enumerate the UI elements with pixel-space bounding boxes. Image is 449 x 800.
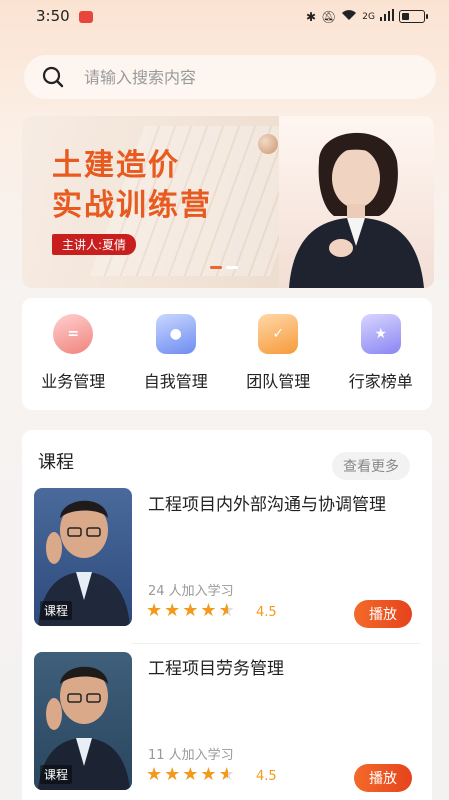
divider (132, 643, 420, 644)
quick-item-self[interactable]: ● 自我管理 (125, 298, 228, 410)
play-button[interactable]: 播放 (354, 600, 412, 628)
quick-item-business[interactable]: = 业务管理 (22, 298, 125, 410)
play-button[interactable]: 播放 (354, 764, 412, 792)
promo-banner[interactable]: 土建造价 实战训练营 主讲人:夏倩 (22, 116, 434, 288)
star-icon: ★ (182, 764, 199, 785)
star-icon: ★ (200, 600, 217, 621)
rating-stars: ★ ★ ★ ★ ★ (146, 764, 235, 785)
quick-item-team[interactable]: ✓ 团队管理 (227, 298, 330, 410)
status-bar: 3:50 ✱ 🔕︎ 2G (0, 0, 449, 36)
quick-item-label: 自我管理 (143, 372, 208, 391)
search-input[interactable] (84, 67, 384, 87)
banner-title-line2: 实战训练营 (52, 188, 212, 223)
quick-item-label: 行家榜单 (348, 372, 413, 391)
course-thumbnail: 课程 (34, 488, 132, 626)
course-title: 工程项目内外部沟通与协调管理 (148, 495, 386, 515)
quick-item-label: 业务管理 (41, 372, 106, 391)
battery-level (402, 13, 410, 20)
wifi-icon (341, 9, 357, 24)
quick-item-ranking[interactable]: ★ 行家榜单 (330, 298, 433, 410)
business-icon: = (53, 314, 94, 354)
status-time: 3:50 (36, 7, 70, 25)
battery-icon (399, 10, 428, 23)
decorative-sphere (258, 134, 278, 154)
section-title: 课程 (38, 452, 74, 473)
quick-menu: = 业务管理 ● 自我管理 ✓ 团队管理 ★ 行家榜单 (22, 298, 432, 410)
carousel-dot-active[interactable] (210, 266, 222, 269)
search-icon (42, 66, 64, 88)
view-more-button[interactable]: 查看更多 (332, 452, 410, 480)
banner-title: 土建造价 实战训练营 (52, 146, 212, 226)
half-star-icon: ★ (218, 600, 235, 621)
quick-item-label: 团队管理 (246, 372, 311, 391)
carousel-dots (210, 266, 238, 269)
course-thumbnail: 课程 (34, 652, 132, 790)
course-tag: 课程 (40, 601, 73, 620)
bluetooth-icon: ✱ (306, 9, 317, 24)
course-tag: 课程 (40, 765, 73, 784)
star-icon: ★ (146, 600, 163, 621)
star-icon: ★ (164, 764, 181, 785)
speaker-photo (279, 116, 434, 288)
course-rating: 4.5 (256, 605, 277, 620)
course-title: 工程项目劳务管理 (148, 659, 284, 679)
ranking-icon: ★ (360, 314, 401, 354)
carousel-dot[interactable] (226, 266, 238, 269)
search-bar[interactable] (24, 55, 436, 99)
speaker-badge: 主讲人:夏倩 (52, 234, 137, 255)
status-icons: ✱ 🔕︎ 2G (306, 9, 428, 24)
network-label: 2G (362, 11, 375, 22)
half-star-icon: ★ (218, 764, 235, 785)
self-icon: ● (155, 314, 196, 354)
rating-stars: ★ ★ ★ ★ ★ (146, 600, 235, 621)
star-icon: ★ (200, 764, 217, 785)
signal-icon (380, 9, 394, 24)
course-item[interactable]: 课程 工程项目内外部沟通与协调管理 24 人加入学习 ★ ★ ★ ★ ★ 4.5… (34, 488, 420, 638)
team-icon: ✓ (258, 314, 299, 354)
notification-app-icon (79, 11, 93, 23)
course-item[interactable]: 课程 工程项目劳务管理 11 人加入学习 ★ ★ ★ ★ ★ 4.5 播放 (34, 652, 420, 800)
course-rating: 4.5 (256, 769, 277, 784)
mute-icon: 🔕︎ (321, 9, 337, 24)
course-learners: 24 人加入学习 (148, 584, 234, 599)
course-section: 课程 查看更多 课程 工程项目内外部沟通与协调管理 24 人加入学习 ★ ★ ★… (22, 430, 432, 800)
star-icon: ★ (146, 764, 163, 785)
star-icon: ★ (182, 600, 199, 621)
course-learners: 11 人加入学习 (148, 748, 234, 763)
star-icon: ★ (164, 600, 181, 621)
banner-title-line1: 土建造价 (52, 148, 180, 183)
